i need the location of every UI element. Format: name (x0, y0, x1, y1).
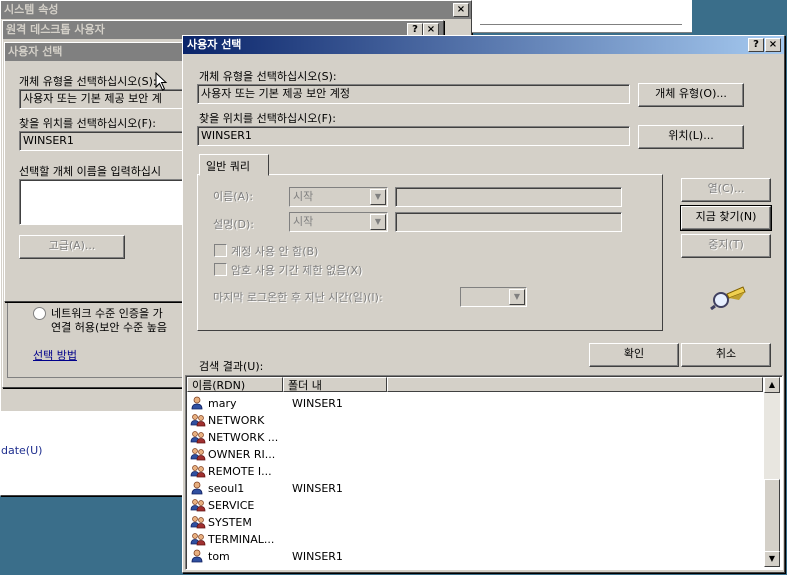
result-row[interactable]: REMOTE I... (190, 462, 292, 479)
results-scrollbar[interactable]: ▲ ▼ (764, 377, 780, 567)
result-row[interactable]: NETWORK (190, 411, 292, 428)
group-icon (190, 532, 206, 546)
scroll-thumb[interactable] (764, 479, 780, 553)
description-combo-value: 시작 (293, 215, 314, 228)
object-type-label: 개체 유형을 선택하십시오(S): (199, 70, 337, 83)
tab-general-queries-label: 일반 쿼리 (206, 160, 250, 173)
nla-radio-label-2: 연결 허용(보안 수준 높음 (51, 321, 167, 334)
group-icon (190, 447, 206, 461)
name-text-field[interactable] (395, 187, 622, 207)
search-magnifier-icon (710, 286, 746, 310)
scroll-up-button[interactable]: ▲ (764, 377, 780, 393)
result-name: mary (208, 396, 237, 410)
chevron-down-icon: ▼ (370, 214, 386, 230)
cancel-button[interactable]: 취소 (681, 343, 771, 367)
description-combo[interactable]: 시작 ▼ (289, 212, 388, 232)
disabled-accounts-checkbox[interactable] (214, 244, 227, 257)
back-names-field (19, 179, 194, 225)
days-since-logon-label: 마지막 로그온한 후 지난 시간(일)(I): (213, 291, 383, 304)
result-folder: WINSER1 (292, 549, 343, 563)
result-row[interactable]: mary WINSER1 (190, 394, 343, 411)
result-name: SERVICE (208, 498, 255, 512)
back-names-label: 선택할 개체 이름을 입력하십시 (19, 165, 162, 178)
result-row[interactable]: seoul1 WINSER1 (190, 479, 343, 496)
user-icon (190, 396, 206, 410)
description-label: 설명(D): (213, 218, 254, 231)
back-location-field: WINSER1 (19, 131, 194, 151)
system-properties-close-button[interactable]: × (453, 3, 469, 17)
system-properties-title: 시스템 속성 (1, 1, 471, 19)
result-folder: WINSER1 (292, 481, 343, 495)
dialog-close-button[interactable]: × (765, 38, 781, 52)
result-name: TERMINAL... (208, 532, 275, 546)
columns-button[interactable]: 열(C)... (681, 178, 771, 202)
search-results-list[interactable]: 이름(RDN) 폴더 내 mary WINSER1 NETWORK NETWORK .… (185, 375, 783, 570)
result-folder: WINSER1 (292, 396, 343, 410)
result-row[interactable]: NETWORK ... (190, 428, 292, 445)
object-types-button[interactable]: 개체 유형(O)... (638, 83, 744, 107)
column-header-name[interactable]: 이름(RDN) (187, 377, 283, 392)
dialog-title: 사용자 선택 (183, 36, 784, 54)
result-row[interactable]: SYSTEM (190, 513, 292, 530)
name-label: 이름(A): (213, 190, 254, 203)
back-advanced-button[interactable]: 고급(A)... (19, 235, 125, 259)
result-row[interactable]: SERVICE (190, 496, 292, 513)
search-results-label: 검색 결과(U): (199, 360, 264, 373)
group-icon (190, 413, 206, 427)
nonexpiring-password-label: 암호 사용 기간 제한 없음(X) (231, 264, 363, 277)
result-row[interactable]: TERMINAL... (190, 530, 292, 547)
scroll-down-button[interactable]: ▼ (764, 551, 780, 567)
column-header-filler (387, 377, 763, 392)
ok-button[interactable]: 확인 (589, 343, 679, 367)
background-window-line (480, 24, 682, 25)
group-icon (190, 430, 206, 444)
group-icon (190, 464, 206, 478)
update-label: date(U) (1, 444, 43, 457)
name-combo-value: 시작 (293, 190, 314, 203)
mouse-cursor-icon (155, 72, 168, 91)
back-location-label: 찾을 위치를 선택하십시오(F): (19, 117, 156, 130)
object-type-field: 사용자 또는 기본 제공 보안 계정 (197, 84, 630, 104)
dialog-help-button[interactable]: ? (748, 38, 764, 52)
find-now-button[interactable]: 지금 찾기(N) (680, 205, 772, 231)
chevron-down-icon: ▼ (509, 289, 525, 305)
description-text-field[interactable] (395, 212, 622, 232)
result-row[interactable]: OWNER RI... (190, 445, 292, 462)
name-combo[interactable]: 시작 ▼ (289, 187, 388, 207)
group-icon (190, 498, 206, 512)
group-icon (190, 515, 206, 529)
result-name: REMOTE I... (208, 464, 272, 478)
chevron-down-icon: ▼ (370, 189, 386, 205)
disabled-accounts-label: 계정 사용 안 함(B) (231, 245, 319, 258)
nla-radio[interactable] (33, 307, 46, 320)
locations-button[interactable]: 위치(L)... (638, 125, 744, 149)
background-window (472, 0, 692, 33)
select-method-link[interactable]: 선택 방법 (33, 347, 77, 363)
user-icon (190, 549, 206, 563)
result-name: tom (208, 549, 230, 563)
nonexpiring-password-checkbox[interactable] (214, 263, 227, 276)
select-users-dialog: 사용자 선택 ? × 개체 유형을 선택하십시오(S): 사용자 또는 기본 제… (182, 35, 785, 573)
result-name: NETWORK (208, 413, 265, 427)
location-label: 찾을 위치를 선택하십시오(F): (199, 112, 336, 125)
column-header-folder[interactable]: 폴더 내 (283, 377, 387, 392)
back-type-label: 개체 유형을 선택하십시오(S): (19, 75, 157, 88)
location-field: WINSER1 (197, 126, 630, 146)
days-since-logon-combo[interactable]: ▼ (460, 287, 527, 307)
tab-general-queries[interactable]: 일반 쿼리 (199, 154, 269, 176)
result-row[interactable]: tom WINSER1 (190, 547, 343, 564)
result-name: NETWORK ... (208, 430, 279, 444)
back-type-field: 사용자 또는 기본 제공 보안 계 (19, 89, 194, 109)
result-name: seoul1 (208, 481, 245, 495)
stop-button[interactable]: 중지(T) (681, 234, 771, 258)
result-name: SYSTEM (208, 515, 252, 529)
user-icon (190, 481, 206, 495)
result-name: OWNER RI... (208, 447, 276, 461)
